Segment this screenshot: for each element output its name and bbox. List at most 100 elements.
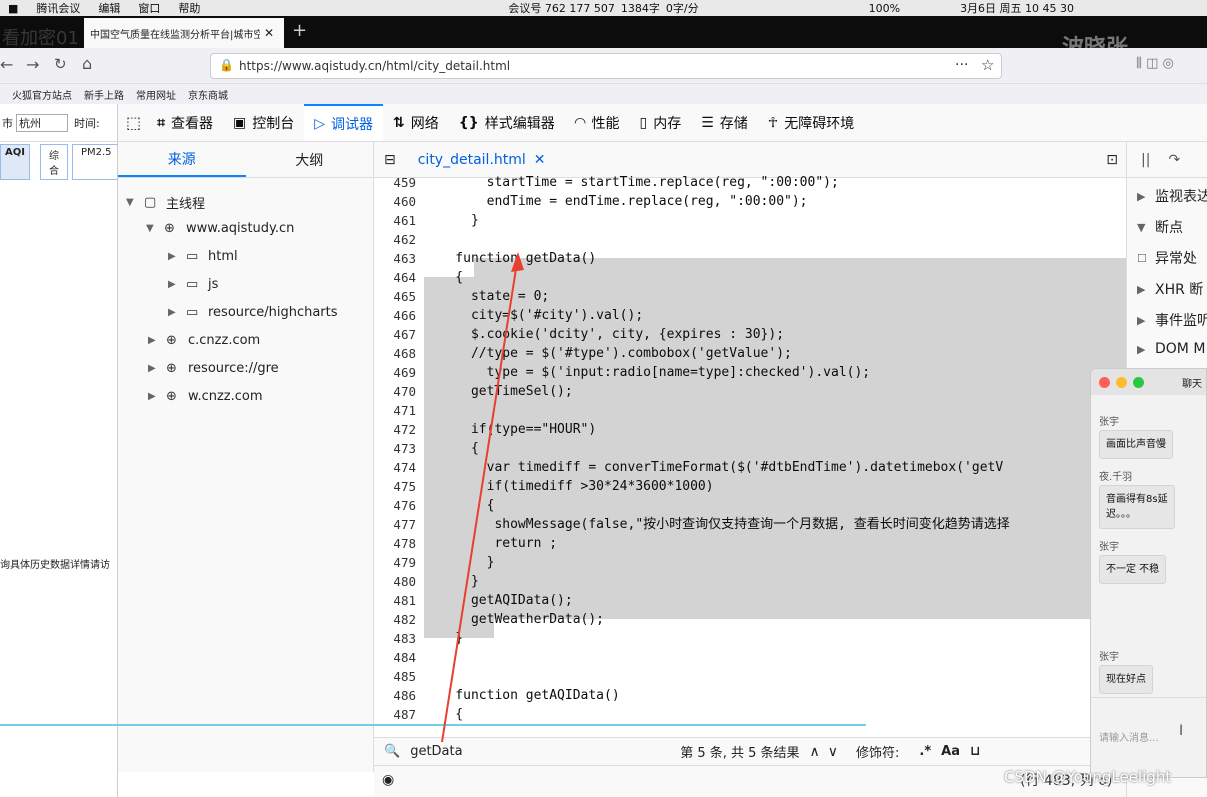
reload-icon[interactable]: ↻ (54, 55, 67, 73)
sidebar-section[interactable]: ▼ 断点 (1137, 217, 1183, 237)
line-number[interactable]: 485 (374, 667, 416, 686)
line-number[interactable]: 481 (374, 591, 416, 610)
pause-icon[interactable]: || (1141, 152, 1150, 168)
tab-memory[interactable]: ▯ 内存 (629, 104, 691, 141)
chevron-down-icon[interactable]: ▼ (146, 223, 164, 234)
tab-console[interactable]: ▣ 控制台 (223, 104, 304, 141)
line-number[interactable]: 484 (374, 648, 416, 667)
whole-word-icon[interactable]: ⊔ (970, 744, 980, 759)
code-view[interactable]: 459 startTime = startTime.replace(reg, "… (374, 175, 1126, 737)
tab-style-editor[interactable]: {} 样式编辑器 (449, 104, 565, 141)
line-number[interactable]: 468 (374, 344, 416, 363)
sidebar-section[interactable]: ▶ DOM M (1137, 341, 1205, 357)
tab-sources[interactable]: 来源 (118, 142, 246, 177)
tab-storage[interactable]: ☰ 存储 (691, 104, 758, 141)
line-number[interactable]: 462 (374, 230, 416, 249)
line-number[interactable]: 478 (374, 534, 416, 553)
close-file-icon[interactable]: ✕ (534, 152, 546, 168)
page-tab-combined[interactable]: 综合 (39, 144, 68, 180)
chat-input[interactable]: 请输入消息... (1099, 729, 1159, 744)
maximize-window-icon[interactable] (1133, 376, 1144, 388)
chevron-icon[interactable]: ▶ (1137, 283, 1155, 296)
sidebar-section[interactable]: ▶ 监视表达 (1137, 186, 1207, 206)
chevron-down-icon[interactable]: ▼ (126, 197, 144, 208)
menu-item-app[interactable]: 腾讯会议 (36, 0, 80, 16)
line-number[interactable]: 480 (374, 572, 416, 591)
line-number[interactable]: 460 (374, 192, 416, 211)
sidebar-section[interactable]: ▶ 事件监听 (1137, 310, 1207, 330)
sidebar-section[interactable]: ▶ XHR 断 (1137, 279, 1203, 299)
chevron-icon[interactable]: ▶ (1137, 190, 1155, 203)
chevron-icon[interactable]: ▶ (1137, 314, 1155, 327)
chevron-icon[interactable]: ☐ (1137, 252, 1155, 265)
toggle-panes-icon[interactable]: ⊡ (1106, 152, 1118, 168)
tab-network[interactable]: ⇅ 网络 (383, 104, 449, 141)
line-number[interactable]: 461 (374, 211, 416, 230)
pick-element-icon[interactable]: ⬚ (126, 113, 141, 132)
source-tree-item[interactable]: ▶ ▭ html (168, 249, 238, 264)
source-tree-item[interactable]: ▶ ⊕ resource://gre (148, 361, 279, 376)
editor-tab-file[interactable]: city_detail.html (418, 152, 526, 168)
url-bar[interactable]: 🔒 https://www.aqistudy.cn/html/city_deta… (210, 53, 1002, 79)
line-number[interactable]: 470 (374, 382, 416, 401)
new-tab-icon[interactable]: + (292, 20, 307, 41)
line-number[interactable]: 467 (374, 325, 416, 344)
line-number[interactable]: 463 (374, 249, 416, 268)
line-number[interactable]: 486 (374, 686, 416, 705)
line-number[interactable]: 475 (374, 477, 416, 496)
line-number[interactable]: 483 (374, 629, 416, 648)
source-tree-item[interactable]: ▶ ▭ js (168, 277, 218, 292)
source-tree-item[interactable]: ▶ ⊕ c.cnzz.com (148, 333, 260, 348)
line-number[interactable]: 459 (374, 173, 416, 192)
apple-icon[interactable]: ■ (8, 2, 18, 15)
line-number[interactable]: 479 (374, 553, 416, 572)
chevron-right-icon[interactable]: ▶ (168, 279, 186, 290)
home-icon[interactable]: ⌂ (82, 54, 92, 73)
tab-debugger[interactable]: ▷ 调试器 (304, 104, 384, 141)
line-number[interactable]: 469 (374, 363, 416, 382)
page-tab-pm25[interactable]: PM2.5 (71, 144, 117, 180)
more-actions-icon[interactable]: ··· (955, 57, 968, 73)
menu-item-edit[interactable]: 编辑 (98, 0, 120, 16)
tab-accessibility[interactable]: ☥ 无障碍环境 (758, 104, 864, 141)
chevron-right-icon[interactable]: ▶ (148, 335, 166, 346)
bookmark-star-icon[interactable]: ☆ (981, 56, 994, 74)
chevron-right-icon[interactable]: ▶ (168, 307, 186, 318)
chevron-right-icon[interactable]: ▶ (168, 251, 186, 262)
line-number[interactable]: 487 (374, 705, 416, 724)
city-select[interactable]: 杭州 (16, 113, 68, 132)
close-tab-icon[interactable]: ✕ (264, 26, 274, 40)
forward-icon[interactable]: → (26, 55, 39, 74)
source-tree-item[interactable]: ▼ ⊕ www.aqistudy.cn (146, 221, 294, 236)
library-icon[interactable]: ⫼ ◫ ◎ (1136, 56, 1174, 71)
tab-outline[interactable]: 大纲 (246, 142, 374, 177)
line-number[interactable]: 464 (374, 268, 416, 287)
minimize-window-icon[interactable] (1116, 376, 1127, 388)
menu-item-help[interactable]: 帮助 (178, 0, 200, 16)
line-number[interactable]: 476 (374, 496, 416, 515)
line-number[interactable]: 474 (374, 458, 416, 477)
menu-item-window[interactable]: 窗口 (138, 0, 160, 16)
tab-inspector[interactable]: ⌗ 查看器 (147, 104, 223, 141)
line-number[interactable]: 466 (374, 306, 416, 325)
eye-icon[interactable]: ◉ (382, 772, 394, 788)
line-number[interactable]: 473 (374, 439, 416, 458)
bookmark-3[interactable]: 常用网址 (136, 87, 176, 102)
browser-tab-active[interactable]: 中国空气质量在线监测分析平台|城市空 ✕ (84, 18, 284, 48)
bookmark-1[interactable]: 火狐官方站点 (12, 87, 72, 102)
step-over-icon[interactable]: ↷ (1168, 152, 1180, 168)
line-number[interactable]: 472 (374, 420, 416, 439)
line-number[interactable]: 465 (374, 287, 416, 306)
back-icon[interactable]: ← (0, 55, 13, 74)
source-tree-item[interactable]: ▼ ▢ 主线程 (126, 193, 205, 212)
bookmark-2[interactable]: 新手上路 (84, 87, 124, 102)
chevron-icon[interactable]: ▼ (1137, 221, 1155, 234)
source-tree-item[interactable]: ▶ ▭ resource/highcharts (168, 305, 338, 320)
chevron-icon[interactable]: ▶ (1137, 343, 1155, 356)
regex-toggle[interactable]: .* (919, 744, 931, 759)
sidebar-section[interactable]: ☐ 异常处 (1137, 248, 1197, 268)
chevron-right-icon[interactable]: ▶ (148, 391, 166, 402)
close-window-icon[interactable] (1099, 376, 1110, 388)
prev-result-icon[interactable]: ∧ (810, 744, 820, 760)
line-number[interactable]: 482 (374, 610, 416, 629)
